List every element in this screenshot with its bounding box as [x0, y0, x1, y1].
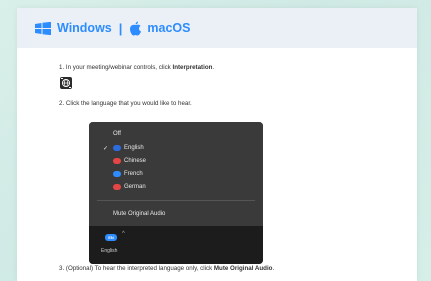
- menu-item-chinese-label: Chinese: [124, 158, 147, 164]
- step-3-prefix: 3. (Optional) To hear the interpreted la…: [59, 265, 214, 272]
- menu-divider: [97, 200, 255, 201]
- english-badge-icon: [113, 145, 121, 151]
- os-tab-bar: Windows | macOS: [17, 8, 417, 48]
- windows-logo-icon: [35, 21, 51, 35]
- interpretation-language-badge[interactable]: EN: [105, 234, 117, 241]
- step-1-interpretation-term: Interpretation: [172, 64, 213, 71]
- mute-original-audio-label: Mute Original Audio: [113, 211, 166, 217]
- language-menu: Off ✓ English Chinese French German Mute…: [89, 122, 263, 226]
- menu-item-off[interactable]: Off: [89, 128, 263, 140]
- chevron-up-icon[interactable]: ^: [122, 231, 125, 237]
- globe-interpretation-icon: [61, 78, 71, 88]
- tab-windows-label: Windows: [57, 21, 112, 35]
- menu-item-off-label: Off: [113, 131, 121, 137]
- toolbar-language-label: English: [101, 248, 118, 254]
- tab-macos-label: macOS: [147, 21, 191, 35]
- step-3-mute-term: Mute Original Audio: [213, 265, 273, 272]
- menu-item-mute-original-audio[interactable]: Mute Original Audio: [89, 208, 263, 220]
- checkmark-icon: ✓: [103, 145, 109, 152]
- meeting-toolbar: EN ^ English: [89, 226, 263, 264]
- step-3-suffix: .: [272, 265, 275, 272]
- step-1-prefix: 1. In your meeting/webinar controls, cli…: [59, 64, 173, 71]
- menu-item-english[interactable]: ✓ English: [89, 142, 263, 154]
- step-3-text: 3. (Optional) To hear the interpreted la…: [59, 265, 274, 272]
- menu-item-german[interactable]: German: [89, 181, 263, 193]
- instructions-card: Windows | macOS 1. In your meeting/webin…: [17, 8, 417, 281]
- apple-logo-icon: [130, 21, 142, 35]
- step-1-suffix: .: [212, 64, 215, 71]
- step-1-text: 1. In your meeting/webinar controls, cli…: [59, 64, 214, 71]
- tab-macos[interactable]: macOS: [129, 21, 190, 36]
- french-badge-icon: [113, 171, 121, 177]
- tab-separator: |: [118, 20, 123, 36]
- menu-item-english-label: English: [124, 145, 144, 151]
- tab-windows[interactable]: Windows: [17, 21, 112, 35]
- menu-item-french-label: French: [124, 171, 143, 177]
- german-badge-icon: [113, 184, 121, 190]
- menu-item-french[interactable]: French: [89, 168, 263, 180]
- menu-item-chinese[interactable]: Chinese: [89, 155, 263, 167]
- interpretation-button[interactable]: [60, 77, 72, 89]
- chinese-badge-icon: [113, 158, 121, 164]
- interpretation-popup-screenshot: Off ✓ English Chinese French German Mute…: [89, 122, 263, 264]
- menu-item-german-label: German: [124, 184, 146, 190]
- step-2-text: 2. Click the language that you would lik…: [59, 100, 192, 107]
